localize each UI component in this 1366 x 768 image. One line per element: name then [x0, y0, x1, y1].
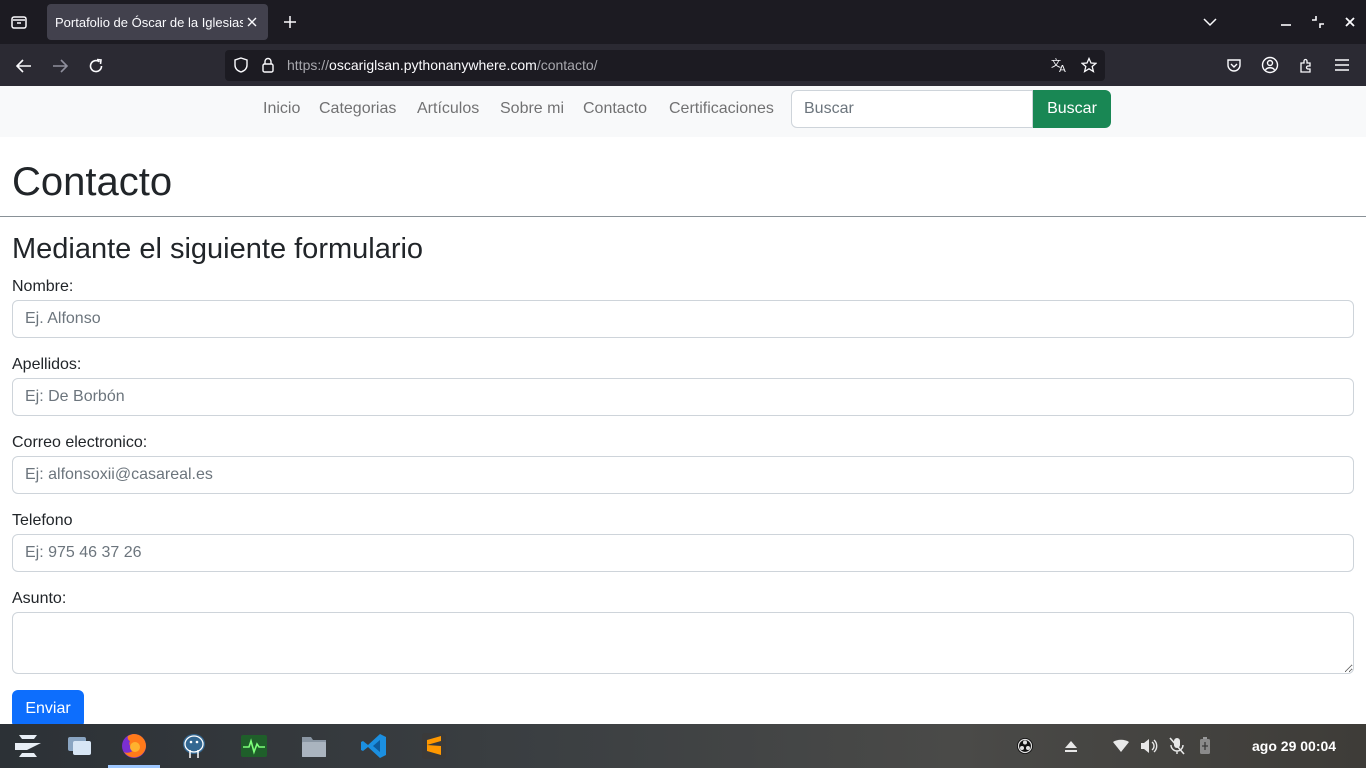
- nombre-input[interactable]: [12, 300, 1354, 338]
- clock[interactable]: ago 29 00:04: [1252, 738, 1336, 754]
- tab-title: Portafolio de Óscar de la Iglesias: [55, 14, 243, 30]
- obs-tray-icon[interactable]: [1016, 737, 1034, 755]
- new-tab-icon[interactable]: [279, 11, 301, 33]
- telefono-label: Telefono: [12, 512, 73, 529]
- lock-icon[interactable]: [259, 56, 277, 74]
- vscode-icon[interactable]: [358, 730, 390, 762]
- asunto-label: Asunto:: [12, 590, 67, 607]
- email-label: Correo electronico:: [12, 434, 148, 451]
- menu-hamburger-icon[interactable]: [1330, 53, 1354, 77]
- nav-link-sobre-mi[interactable]: Sobre mi: [500, 100, 564, 118]
- svg-text:A: A: [1059, 64, 1066, 73]
- nav-link-categorias[interactable]: Categorias: [319, 100, 396, 118]
- account-icon[interactable]: [1258, 53, 1282, 77]
- workspaces-icon[interactable]: [64, 730, 96, 762]
- restore-icon[interactable]: [1307, 11, 1329, 33]
- nombre-label: Nombre:: [12, 278, 74, 295]
- list-all-tabs-icon[interactable]: [1199, 11, 1221, 33]
- zorin-menu-icon[interactable]: [12, 730, 44, 762]
- browser-tab-bar: Portafolio de Óscar de la Iglesias: [0, 0, 1366, 44]
- pocket-icon[interactable]: [1222, 53, 1246, 77]
- tracking-protection-icon[interactable]: [232, 56, 250, 74]
- url-bar[interactable]: https://oscariglsan.pythonanywhere.com/c…: [225, 50, 1105, 81]
- pgadmin-icon[interactable]: [178, 730, 210, 762]
- apellidos-label: Apellidos:: [12, 356, 82, 373]
- url-path: /contacto/: [536, 57, 598, 73]
- os-taskbar: ago 29 00:04: [0, 724, 1366, 768]
- submit-button[interactable]: Enviar: [12, 690, 84, 728]
- volume-icon[interactable]: [1140, 737, 1158, 755]
- divider: [0, 216, 1366, 217]
- apellidos-input[interactable]: [12, 378, 1354, 416]
- extensions-icon[interactable]: [1294, 53, 1318, 77]
- url-host: oscariglsan.pythonanywhere.com: [329, 57, 537, 73]
- wifi-icon[interactable]: [1112, 737, 1130, 755]
- translate-icon[interactable]: 文A: [1051, 56, 1069, 74]
- files-icon[interactable]: [298, 730, 330, 762]
- nav-link-certificaciones[interactable]: Certificaciones: [669, 100, 774, 118]
- url-scheme: https://: [287, 57, 330, 73]
- close-window-icon[interactable]: [1339, 11, 1361, 33]
- bookmark-star-icon[interactable]: [1080, 56, 1098, 74]
- form-subtitle: Mediante el siguiente formulario: [12, 233, 424, 265]
- email-input[interactable]: [12, 456, 1354, 494]
- reload-icon[interactable]: [84, 54, 108, 78]
- sublime-text-icon[interactable]: [418, 730, 450, 762]
- tab-close-icon[interactable]: [244, 14, 260, 30]
- tab-manager-icon[interactable]: [8, 11, 30, 33]
- nav-link-contacto[interactable]: Contacto: [583, 100, 647, 118]
- search-button[interactable]: Buscar: [1033, 90, 1111, 128]
- url-text[interactable]: https://oscariglsan.pythonanywhere.com/c…: [287, 57, 598, 73]
- search-input[interactable]: [791, 90, 1033, 128]
- asunto-textarea[interactable]: [12, 612, 1354, 674]
- microphone-muted-icon[interactable]: [1168, 737, 1186, 755]
- telefono-input[interactable]: [12, 534, 1354, 572]
- battery-icon[interactable]: [1196, 737, 1214, 755]
- browser-tab-active[interactable]: Portafolio de Óscar de la Iglesias: [47, 4, 268, 40]
- minimize-icon[interactable]: [1275, 11, 1297, 33]
- eject-icon[interactable]: [1062, 737, 1080, 755]
- system-monitor-icon[interactable]: [238, 730, 270, 762]
- back-icon[interactable]: [12, 54, 36, 78]
- page-title: Contacto: [12, 160, 173, 204]
- site-navbar: Inicio Categorias Artículos Sobre mi Con…: [0, 86, 1366, 137]
- nav-link-inicio[interactable]: Inicio: [263, 100, 300, 118]
- nav-link-articulos[interactable]: Artículos: [417, 100, 479, 118]
- firefox-icon[interactable]: [118, 730, 150, 762]
- forward-icon[interactable]: [48, 54, 72, 78]
